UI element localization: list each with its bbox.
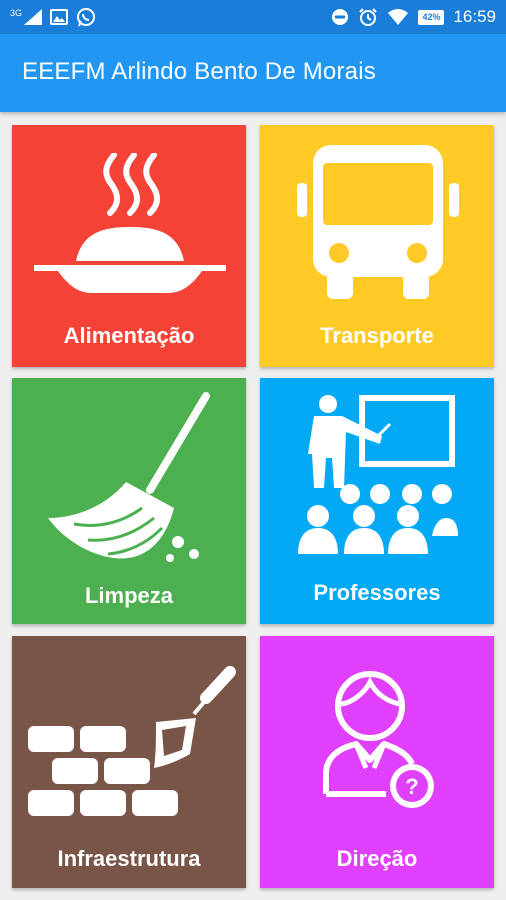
tile-alimentacao[interactable]: Alimentação <box>12 125 246 367</box>
alarm-icon <box>359 8 378 26</box>
food-plate-icon <box>34 153 226 293</box>
app-title: EEEFM Arlindo Bento De Morais <box>22 58 376 85</box>
bricks-trowel-icon <box>28 666 236 816</box>
clock: 16:59 <box>453 7 496 26</box>
image-notification-icon <box>50 9 69 25</box>
teacher-class-icon <box>298 395 458 554</box>
wifi-icon <box>388 9 409 25</box>
battery-icon: 42% <box>418 9 445 25</box>
tile-label: Transporte <box>320 323 434 348</box>
broom-icon <box>48 392 210 562</box>
app-bar: EEEFM Arlindo Bento De Morais <box>0 34 506 112</box>
tile-transporte[interactable]: Transporte <box>260 125 494 367</box>
tile-infraestrutura[interactable]: Infraestrutura <box>12 636 246 888</box>
tile-professores[interactable]: Professores <box>260 378 494 624</box>
tile-limpeza[interactable]: Limpeza <box>12 378 246 624</box>
bus-icon <box>297 145 459 299</box>
whatsapp-icon <box>77 8 96 27</box>
tile-label: Professores <box>313 580 441 605</box>
tile-label: Alimentação <box>63 323 195 348</box>
tile-direcao[interactable]: ? Direção <box>260 636 494 888</box>
svg-text:?: ? <box>405 774 418 799</box>
status-bar: 3G 42% 16:59 <box>0 0 506 34</box>
director-question-icon: ? <box>323 671 434 808</box>
tile-label: Direção <box>336 846 418 871</box>
signal-icon <box>24 9 43 25</box>
tile-label: Limpeza <box>84 583 174 608</box>
do-not-disturb-icon <box>332 9 349 25</box>
tile-label: Infraestrutura <box>57 846 201 871</box>
network-type: 3G <box>10 8 23 18</box>
